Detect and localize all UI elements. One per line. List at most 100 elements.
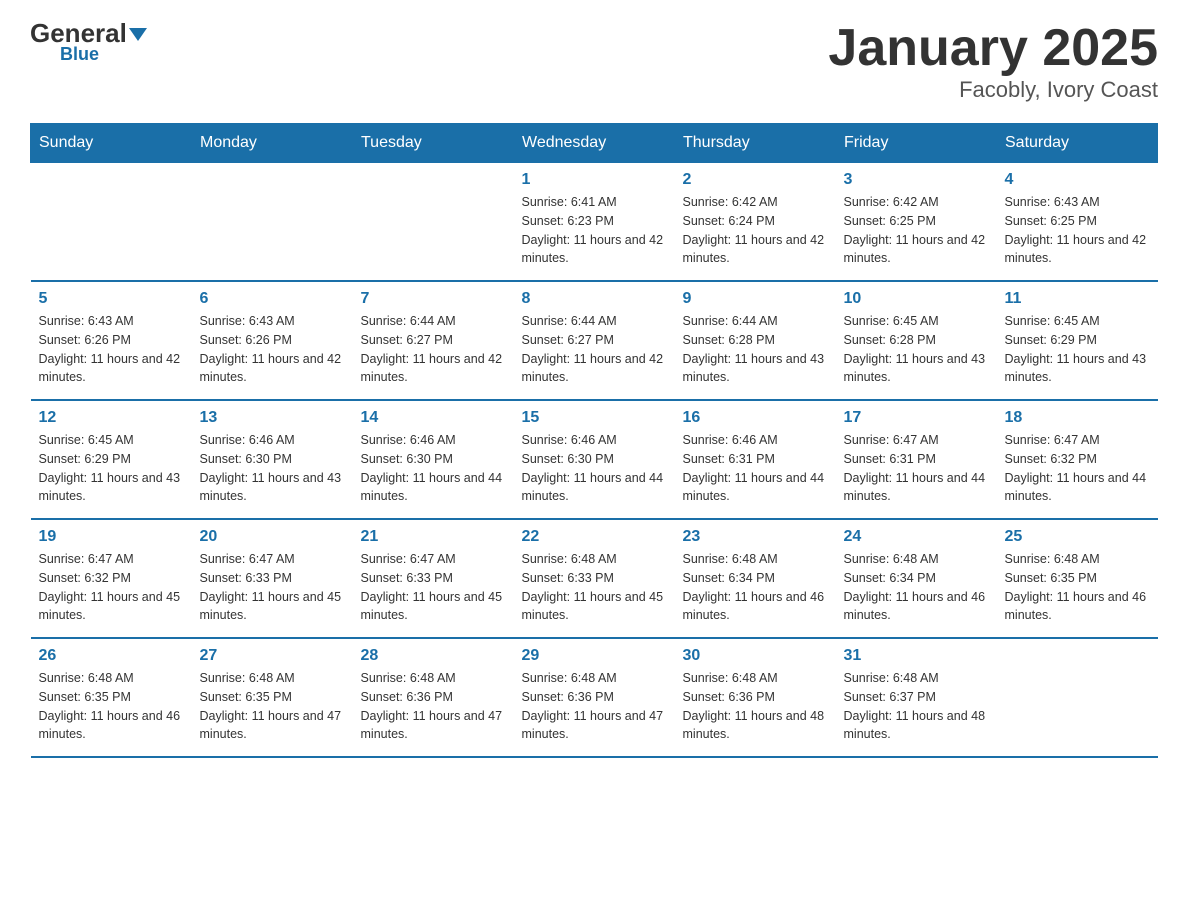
header-wednesday: Wednesday	[514, 124, 675, 163]
location-subtitle: Facobly, Ivory Coast	[828, 77, 1158, 103]
day-number: 27	[200, 647, 345, 665]
day-info: Sunrise: 6:46 AMSunset: 6:31 PMDaylight:…	[683, 431, 828, 506]
page-header: General Blue January 2025 Facobly, Ivory…	[30, 20, 1158, 103]
day-info: Sunrise: 6:48 AMSunset: 6:35 PMDaylight:…	[200, 669, 345, 744]
table-row: 29 Sunrise: 6:48 AMSunset: 6:36 PMDayligh…	[514, 638, 675, 757]
day-info: Sunrise: 6:46 AMSunset: 6:30 PMDaylight:…	[522, 431, 667, 506]
table-row: 5 Sunrise: 6:43 AMSunset: 6:26 PMDaylight…	[31, 281, 192, 400]
calendar-week-row: 5 Sunrise: 6:43 AMSunset: 6:26 PMDaylight…	[31, 281, 1158, 400]
table-row: 17Sunrise: 6:47 AMSunset: 6:31 PMDayligh…	[836, 400, 997, 519]
day-number: 10	[844, 290, 989, 308]
header-thursday: Thursday	[675, 124, 836, 163]
day-info: Sunrise: 6:44 AMSunset: 6:27 PMDaylight:…	[522, 312, 667, 387]
day-number: 31	[844, 647, 989, 665]
day-info: Sunrise: 6:46 AMSunset: 6:30 PMDaylight:…	[200, 431, 345, 506]
day-info: Sunrise: 6:47 AMSunset: 6:33 PMDaylight:…	[200, 550, 345, 625]
day-info: Sunrise: 6:45 AMSunset: 6:29 PMDaylight:…	[39, 431, 184, 506]
day-info: Sunrise: 6:47 AMSunset: 6:32 PMDaylight:…	[1005, 431, 1150, 506]
table-row: 23Sunrise: 6:48 AMSunset: 6:34 PMDayligh…	[675, 519, 836, 638]
table-row: 21 Sunrise: 6:47 AMSunset: 6:33 PMDayligh…	[353, 519, 514, 638]
table-row: 11Sunrise: 6:45 AMSunset: 6:29 PMDayligh…	[997, 281, 1158, 400]
day-number: 16	[683, 409, 828, 427]
table-row	[997, 638, 1158, 757]
day-number: 6	[200, 290, 345, 308]
day-number: 13	[200, 409, 345, 427]
calendar-week-row: 1 Sunrise: 6:41 AMSunset: 6:23 PMDaylight…	[31, 163, 1158, 282]
table-row: 26Sunrise: 6:48 AMSunset: 6:35 PMDayligh…	[31, 638, 192, 757]
day-number: 15	[522, 409, 667, 427]
calendar-week-row: 12 Sunrise: 6:45 AMSunset: 6:29 PMDayligh…	[31, 400, 1158, 519]
day-number: 21	[361, 528, 506, 546]
calendar-table: Sunday Monday Tuesday Wednesday Thursday…	[30, 123, 1158, 758]
logo-text: General	[30, 20, 147, 46]
day-number: 4	[1005, 171, 1150, 189]
day-number: 12	[39, 409, 184, 427]
header-friday: Friday	[836, 124, 997, 163]
table-row: 28 Sunrise: 6:48 AMSunset: 6:36 PMDayligh…	[353, 638, 514, 757]
day-info: Sunrise: 6:48 AMSunset: 6:37 PMDaylight:…	[844, 669, 989, 744]
day-info: Sunrise: 6:46 AMSunset: 6:30 PMDaylight:…	[361, 431, 506, 506]
header-saturday: Saturday	[997, 124, 1158, 163]
table-row: 3 Sunrise: 6:42 AMSunset: 6:25 PMDaylight…	[836, 163, 997, 282]
day-info: Sunrise: 6:43 AMSunset: 6:26 PMDaylight:…	[200, 312, 345, 387]
table-row: 31 Sunrise: 6:48 AMSunset: 6:37 PMDayligh…	[836, 638, 997, 757]
day-number: 3	[844, 171, 989, 189]
day-number: 24	[844, 528, 989, 546]
calendar-week-row: 26 Sunrise: 6:48 AMSunset: 6:35 PMDayligh…	[31, 638, 1158, 757]
table-row: 16 Sunrise: 6:46 AMSunset: 6:31 PMDayligh…	[675, 400, 836, 519]
day-info: Sunrise: 6:47 AMSunset: 6:33 PMDaylight:…	[361, 550, 506, 625]
header-tuesday: Tuesday	[353, 124, 514, 163]
table-row: 18Sunrise: 6:47 AMSunset: 6:32 PMDayligh…	[997, 400, 1158, 519]
table-row: 19Sunrise: 6:47 AMSunset: 6:32 PMDayligh…	[31, 519, 192, 638]
table-row: 2 Sunrise: 6:42 AMSunset: 6:24 PMDaylight…	[675, 163, 836, 282]
table-row: 25Sunrise: 6:48 AMSunset: 6:35 PMDayligh…	[997, 519, 1158, 638]
day-info: Sunrise: 6:48 AMSunset: 6:36 PMDaylight:…	[683, 669, 828, 744]
day-number: 28	[361, 647, 506, 665]
table-row: 13 Sunrise: 6:46 AMSunset: 6:30 PMDayligh…	[192, 400, 353, 519]
table-row: 6 Sunrise: 6:43 AMSunset: 6:26 PMDaylight…	[192, 281, 353, 400]
day-number: 8	[522, 290, 667, 308]
logo-blue-text: Blue	[60, 44, 99, 65]
table-row: 30 Sunrise: 6:48 AMSunset: 6:36 PMDayligh…	[675, 638, 836, 757]
day-info: Sunrise: 6:47 AMSunset: 6:32 PMDaylight:…	[39, 550, 184, 625]
day-info: Sunrise: 6:44 AMSunset: 6:28 PMDaylight:…	[683, 312, 828, 387]
day-number: 26	[39, 647, 184, 665]
day-number: 9	[683, 290, 828, 308]
day-info: Sunrise: 6:48 AMSunset: 6:33 PMDaylight:…	[522, 550, 667, 625]
month-year-title: January 2025	[828, 20, 1158, 77]
day-info: Sunrise: 6:48 AMSunset: 6:34 PMDaylight:…	[844, 550, 989, 625]
day-number: 1	[522, 171, 667, 189]
day-number: 29	[522, 647, 667, 665]
calendar-header-row: Sunday Monday Tuesday Wednesday Thursday…	[31, 124, 1158, 163]
table-row: 22Sunrise: 6:48 AMSunset: 6:33 PMDayligh…	[514, 519, 675, 638]
day-info: Sunrise: 6:43 AMSunset: 6:25 PMDaylight:…	[1005, 193, 1150, 268]
day-info: Sunrise: 6:48 AMSunset: 6:36 PMDaylight:…	[522, 669, 667, 744]
day-info: Sunrise: 6:43 AMSunset: 6:26 PMDaylight:…	[39, 312, 184, 387]
day-number: 23	[683, 528, 828, 546]
table-row: 20 Sunrise: 6:47 AMSunset: 6:33 PMDayligh…	[192, 519, 353, 638]
table-row: 4 Sunrise: 6:43 AMSunset: 6:25 PMDaylight…	[997, 163, 1158, 282]
day-info: Sunrise: 6:48 AMSunset: 6:36 PMDaylight:…	[361, 669, 506, 744]
table-row: 15 Sunrise: 6:46 AMSunset: 6:30 PMDayligh…	[514, 400, 675, 519]
day-info: Sunrise: 6:42 AMSunset: 6:25 PMDaylight:…	[844, 193, 989, 268]
table-row	[192, 163, 353, 282]
day-number: 5	[39, 290, 184, 308]
day-info: Sunrise: 6:45 AMSunset: 6:29 PMDaylight:…	[1005, 312, 1150, 387]
table-row: 8 Sunrise: 6:44 AMSunset: 6:27 PMDaylight…	[514, 281, 675, 400]
table-row: 9 Sunrise: 6:44 AMSunset: 6:28 PMDaylight…	[675, 281, 836, 400]
day-number: 25	[1005, 528, 1150, 546]
day-number: 14	[361, 409, 506, 427]
day-number: 20	[200, 528, 345, 546]
day-info: Sunrise: 6:42 AMSunset: 6:24 PMDaylight:…	[683, 193, 828, 268]
day-number: 30	[683, 647, 828, 665]
table-row: 7Sunrise: 6:44 AMSunset: 6:27 PMDaylight…	[353, 281, 514, 400]
table-row: 14 Sunrise: 6:46 AMSunset: 6:30 PMDayligh…	[353, 400, 514, 519]
day-info: Sunrise: 6:41 AMSunset: 6:23 PMDaylight:…	[522, 193, 667, 268]
logo: General Blue	[30, 20, 147, 65]
table-row: 27 Sunrise: 6:48 AMSunset: 6:35 PMDayligh…	[192, 638, 353, 757]
header-sunday: Sunday	[31, 124, 192, 163]
calendar-week-row: 19Sunrise: 6:47 AMSunset: 6:32 PMDayligh…	[31, 519, 1158, 638]
day-info: Sunrise: 6:44 AMSunset: 6:27 PMDaylight:…	[361, 312, 506, 387]
day-info: Sunrise: 6:45 AMSunset: 6:28 PMDaylight:…	[844, 312, 989, 387]
day-number: 2	[683, 171, 828, 189]
